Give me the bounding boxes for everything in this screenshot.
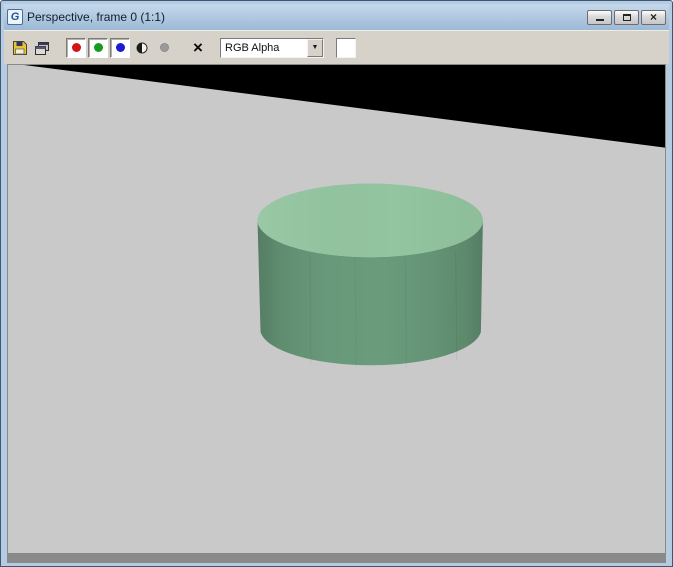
close-icon: × [649,10,657,24]
green-channel-icon [93,43,103,52]
alpha-channel-icon [136,42,148,53]
clear-button[interactable]: × [188,38,208,58]
red-channel-icon [71,43,81,52]
viewport-frame [7,64,666,563]
minimize-button[interactable] [587,9,612,25]
background-color-swatch[interactable] [336,37,356,58]
blue-channel-button[interactable] [110,37,130,58]
titlebar[interactable]: G Perspective, frame 0 (1:1) × [4,4,669,30]
rendered-image[interactable] [8,65,665,553]
maximize-icon [622,13,631,21]
clone-windows-icon [35,41,49,55]
toolbar: × RGB Alpha ▼ [4,30,669,64]
cylinder-top-shading [257,183,483,258]
render-frame-window: G Perspective, frame 0 (1:1) × × RGB Alp… [0,0,673,567]
alpha-channel-button[interactable] [132,38,152,58]
save-image-button[interactable] [10,38,30,58]
monochrome-icon [159,43,169,52]
red-channel-button[interactable] [66,37,86,58]
floppy-disk-icon [13,40,27,55]
green-channel-button[interactable] [88,37,108,58]
window-controls: × [587,9,666,25]
app-icon: G [7,9,23,25]
channel-dropdown-arrow-button[interactable]: ▼ [307,38,323,57]
app-icon-glyph: G [10,11,20,23]
channel-dropdown-value: RGB Alpha [225,41,280,54]
channel-dropdown[interactable]: RGB Alpha ▼ [220,37,324,58]
blue-channel-icon [115,43,125,52]
window-title: Perspective, frame 0 (1:1) [27,10,166,24]
clear-x-icon: × [193,38,203,57]
clone-window-button[interactable] [32,38,52,58]
chevron-down-icon: ▼ [311,44,319,51]
close-button[interactable]: × [641,9,666,25]
monochrome-button[interactable] [154,38,174,58]
maximize-button[interactable] [614,9,639,25]
minimize-icon [595,19,604,21]
